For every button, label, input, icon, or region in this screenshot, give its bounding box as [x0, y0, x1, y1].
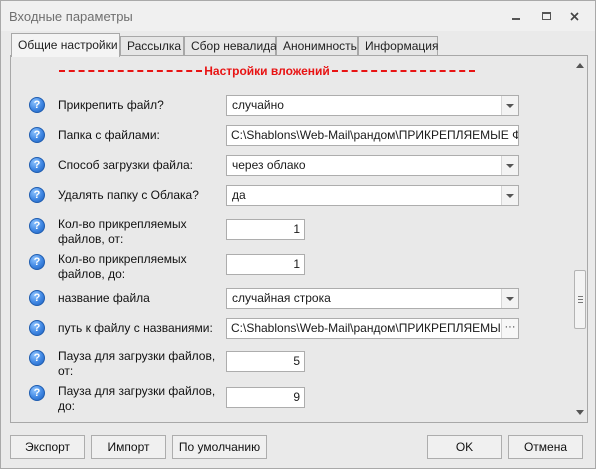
- dropdown-button[interactable]: [501, 289, 518, 308]
- section-header: Настройки вложений: [57, 63, 477, 79]
- upload-method-select[interactable]: через облако: [226, 155, 519, 176]
- field-label-upload-pause-from: Пауза для загрузки файлов, от:: [58, 349, 216, 378]
- tab-mailing[interactable]: Рассылка: [120, 36, 184, 56]
- tab-invalid-collection[interactable]: Сбор невалида: [184, 36, 277, 56]
- grip-line: [578, 296, 583, 297]
- grip-line: [578, 302, 583, 303]
- file-name-value: случайная строка: [232, 291, 331, 305]
- minimize-button[interactable]: [506, 7, 526, 25]
- tab-general-settings[interactable]: Общие настройки: [11, 33, 120, 57]
- field-label-file-name: название файла: [58, 291, 150, 305]
- close-button[interactable]: [564, 7, 584, 25]
- scroll-down-icon[interactable]: [576, 410, 584, 415]
- minimize-icon: [512, 18, 520, 20]
- vertical-scrollbar[interactable]: [574, 57, 586, 421]
- chevron-down-icon: [506, 193, 514, 198]
- files-count-to-input[interactable]: 1: [226, 254, 305, 275]
- field-label-attach-file: Прикрепить файл?: [58, 98, 164, 112]
- defaults-button[interactable]: По умолчанию: [172, 435, 267, 459]
- divider: [59, 70, 203, 72]
- help-icon[interactable]: ?: [29, 290, 45, 306]
- help-icon[interactable]: ?: [29, 350, 45, 366]
- restore-icon: [541, 12, 551, 20]
- help-icon[interactable]: ?: [29, 320, 45, 336]
- export-button[interactable]: Экспорт: [10, 435, 85, 459]
- help-icon[interactable]: ?: [29, 254, 45, 270]
- scroll-up-icon[interactable]: [576, 63, 584, 68]
- help-icon[interactable]: ?: [29, 385, 45, 401]
- upload-pause-to-input[interactable]: 9: [226, 387, 305, 408]
- title-bar: Входные параметры: [1, 1, 595, 31]
- field-label-upload-method: Способ загрузки файла:: [58, 158, 193, 172]
- settings-scroll-area: Настройки вложений ? Прикрепить файл? сл…: [12, 57, 573, 421]
- delete-cloud-folder-select[interactable]: да: [226, 185, 519, 206]
- names-file-path-value: C:\Shablons\Web-Mail\рандом\ПРИКРЕПЛЯЕМЫ…: [231, 321, 519, 335]
- help-icon[interactable]: ?: [29, 127, 45, 143]
- chevron-down-icon: [506, 296, 514, 301]
- close-icon: [569, 11, 579, 21]
- chevron-down-icon: [506, 163, 514, 168]
- divider: [331, 70, 475, 72]
- attach-file-select[interactable]: случайно: [226, 95, 519, 116]
- help-icon[interactable]: ?: [29, 97, 45, 113]
- field-label-delete-cloud-folder: Удалять папку с Облака?: [58, 188, 199, 202]
- field-label-upload-pause-to: Пауза для загрузки файлов, до:: [58, 384, 216, 413]
- attach-file-value: случайно: [232, 98, 284, 112]
- ok-button[interactable]: OK: [427, 435, 502, 459]
- field-label-files-folder: Папка с файлами:: [58, 128, 160, 142]
- file-name-select[interactable]: случайная строка: [226, 288, 519, 309]
- tab-information[interactable]: Информация: [358, 36, 438, 56]
- scrollbar-thumb[interactable]: [574, 270, 586, 329]
- help-icon[interactable]: ?: [29, 218, 45, 234]
- dialog-window: Входные параметры Общие настройки Рассыл…: [0, 0, 596, 469]
- field-label-names-file-path: путь к файлу с названиями:: [58, 321, 213, 335]
- files-count-from-input[interactable]: 1: [226, 219, 305, 240]
- dropdown-button[interactable]: [501, 156, 518, 175]
- cancel-button[interactable]: Отмена: [508, 435, 583, 459]
- files-folder-input[interactable]: C:\Shablons\Web-Mail\рандом\ПРИКРЕПЛЯЕМЫ…: [226, 125, 519, 146]
- tab-anonymity[interactable]: Анонимность: [276, 36, 358, 56]
- ellipsis-icon: ···: [504, 321, 516, 333]
- settings-panel: Настройки вложений ? Прикрепить файл? сл…: [10, 55, 588, 423]
- delete-cloud-folder-value: да: [232, 188, 246, 202]
- help-icon[interactable]: ?: [29, 157, 45, 173]
- chevron-down-icon: [506, 103, 514, 108]
- window-title: Входные параметры: [9, 9, 133, 24]
- grip-line: [578, 299, 583, 300]
- field-label-files-count-to: Кол-во прикрепляемых файлов, до:: [58, 252, 187, 281]
- names-file-path-input[interactable]: C:\Shablons\Web-Mail\рандом\ПРИКРЕПЛЯЕМЫ…: [226, 318, 519, 339]
- section-title: Настройки вложений: [204, 64, 330, 78]
- upload-pause-from-input[interactable]: 5: [226, 351, 305, 372]
- dropdown-button[interactable]: [501, 96, 518, 115]
- dropdown-button[interactable]: [501, 186, 518, 205]
- field-label-files-count-from: Кол-во прикрепляемых файлов, от:: [58, 217, 187, 246]
- help-icon[interactable]: ?: [29, 187, 45, 203]
- import-button[interactable]: Импорт: [91, 435, 166, 459]
- upload-method-value: через облако: [232, 158, 306, 172]
- browse-button[interactable]: ···: [501, 319, 518, 338]
- restore-button[interactable]: [536, 7, 556, 25]
